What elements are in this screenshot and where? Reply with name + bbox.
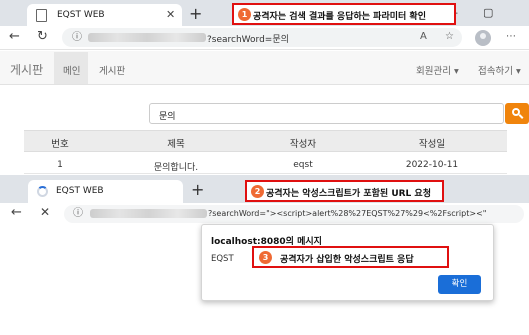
site-info-icon: ⓘ [73,208,83,219]
site-brand[interactable]: 게시판 [10,61,43,78]
step-badge: 1 [238,8,251,21]
nav-main-link[interactable]: 메인 [63,63,80,77]
callout-text: 공격자는 검색 결과를 응답하는 파라미터 확인 [253,12,426,22]
col-header-date: 작성일 [418,139,446,150]
bottom-browser-tab[interactable]: EQST WEB [28,180,183,203]
refresh-icon[interactable]: ↻ [37,30,48,43]
cell-title[interactable]: 문의합니다. [136,160,216,173]
col-header-title: 제목 [167,139,185,150]
new-tab-button[interactable]: + [191,182,204,198]
callout-text: 공격자가 삽입한 악성스크립트 응답 [280,255,414,265]
loading-spinner-icon [37,186,48,197]
stop-loading-icon[interactable]: ✕ [40,206,50,218]
nav-members-dropdown[interactable]: 회원관리 ▾ [416,63,459,77]
search-icon-handle [518,114,524,119]
nav-board-link[interactable]: 게시판 [99,63,125,77]
search-button[interactable] [505,103,529,124]
tab-close-icon[interactable]: ✕ [166,8,175,21]
callout-text: 공격자는 악성스크립트가 포함된 URL 요청 [266,189,431,199]
nav-access-label: 접속하기 [478,66,513,77]
cell-date: 2022-10-11 [405,160,459,170]
cell-number: 1 [57,160,63,170]
url-text: ?searchWord="><script>alert%28%27EQST%27… [208,209,487,218]
dialog-message: EQST [211,254,234,264]
url-text: ?searchWord=문의 [207,35,289,45]
read-aloud-icon[interactable]: A [420,32,427,42]
callout-3: 3 공격자가 삽입한 악성스크립트 응답 [252,246,449,268]
favorite-star-icon[interactable]: ☆ [445,32,454,42]
new-tab-button[interactable]: + [189,6,202,22]
step-badge: 3 [259,251,272,264]
top-browser-tab[interactable]: EQST WEB ✕ [27,4,182,26]
back-arrow-icon[interactable]: ← [9,30,20,43]
col-header-author: 작성자 [289,139,317,150]
caret-down-icon: ▾ [450,66,459,77]
page-icon [36,9,47,22]
site-info-icon: ⓘ [72,32,82,43]
ok-button[interactable]: 확인 [438,275,481,294]
caret-down-icon: ▾ [512,66,521,77]
maximize-button[interactable]: ▢ [483,7,493,18]
callout-1: 1 공격자는 검색 결과를 응답하는 파라미터 확인 [232,3,456,25]
back-arrow-icon[interactable]: ← [11,206,22,219]
avatar-head [480,33,486,39]
search-input[interactable]: 문의 [149,103,504,124]
redacted-host [90,209,207,218]
step-badge: 2 [251,185,264,198]
tab-title: EQST WEB [57,10,105,20]
tab-title: EQST WEB [56,186,104,196]
more-menu-icon[interactable]: ⋯ [506,32,516,42]
col-header-number: 번호 [51,139,69,150]
nav-access-dropdown[interactable]: 접속하기 ▾ [478,63,521,77]
profile-avatar[interactable] [475,30,491,46]
search-input-value: 문의 [159,112,176,122]
callout-2: 2 공격자는 악성스크립트가 포함된 URL 요청 [245,180,444,202]
redacted-host [88,33,206,42]
cell-author: eqst [293,160,313,170]
nav-members-label: 회원관리 [416,66,451,77]
